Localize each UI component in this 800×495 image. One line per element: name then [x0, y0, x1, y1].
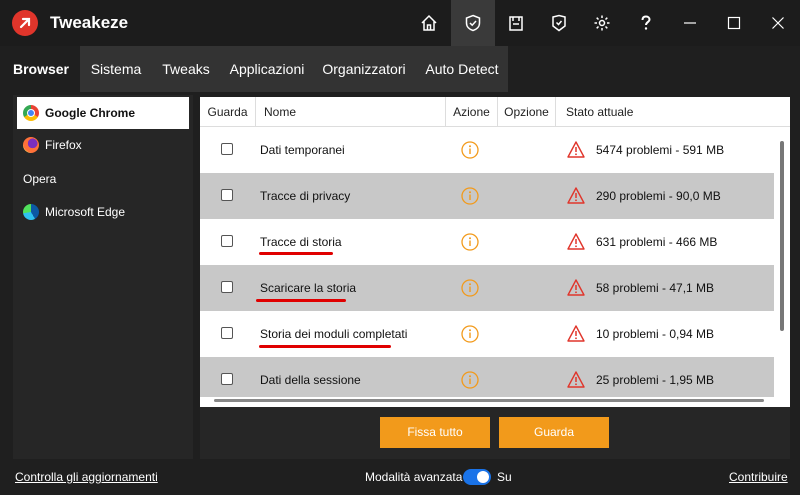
sidebar-item-label: Google Chrome — [45, 106, 136, 120]
advanced-mode-label: Modalità avanzata — [365, 470, 463, 484]
sidebar-item-label: Microsoft Edge — [45, 205, 126, 219]
column-header-azione[interactable]: Azione — [446, 97, 498, 127]
info-icon[interactable] — [461, 279, 479, 300]
sidebar-item-opera[interactable]: Opera — [17, 163, 189, 195]
table-row[interactable]: Dati temporanei 5474 problemi - 591 MB — [200, 127, 774, 173]
row-checkbox[interactable] — [221, 235, 233, 247]
home-icon[interactable] — [407, 0, 451, 46]
table-row[interactable]: Dati della sessione 25 problemi - 1,95 M… — [200, 357, 774, 397]
warning-icon — [567, 187, 585, 207]
firefox-icon — [23, 137, 39, 153]
sidebar-item-label: Opera — [23, 172, 57, 186]
row-name: Tracce di storia — [260, 235, 342, 249]
edge-icon — [23, 204, 39, 220]
help-icon[interactable] — [624, 0, 668, 46]
row-checkbox[interactable] — [221, 281, 233, 293]
table-header: Guarda Nome Azione Opzione Stato attuale — [200, 97, 790, 127]
app-title: Tweakeze — [50, 13, 129, 32]
horizontal-scrollbar[interactable] — [214, 399, 764, 402]
row-status: 631 problemi - 466 MB — [596, 235, 718, 249]
table-row[interactable]: Tracce di storia 631 problemi - 466 MB — [200, 219, 774, 265]
vertical-scrollbar[interactable] — [780, 141, 784, 331]
column-header-opzione[interactable]: Opzione — [498, 97, 556, 127]
column-header-stato-attuale[interactable]: Stato attuale — [556, 97, 790, 127]
annotation-underline — [256, 299, 346, 302]
action-area — [200, 407, 790, 459]
column-header-nome[interactable]: Nome — [256, 97, 446, 127]
advanced-mode-state: Su — [497, 470, 512, 484]
maximize-icon[interactable] — [712, 0, 756, 46]
row-status: 58 problemi - 47,1 MB — [596, 281, 715, 295]
check-updates-link[interactable]: Controlla gli aggiornamenti — [15, 470, 158, 484]
toggle-knob — [477, 471, 489, 483]
badge-icon[interactable] — [537, 0, 581, 46]
gear-icon[interactable] — [580, 0, 624, 46]
browser-sidebar: Google Chrome Firefox Opera Microsoft Ed… — [13, 95, 193, 459]
table-row[interactable]: Storia dei moduli completati 10 problemi… — [200, 311, 774, 357]
menu-tab-applicazioni[interactable]: Applicazioni — [224, 46, 310, 92]
contribute-link[interactable]: Contribuire — [729, 470, 788, 484]
column-header-guarda[interactable]: Guarda — [200, 97, 256, 127]
warning-icon — [567, 279, 585, 299]
warning-icon — [567, 233, 585, 253]
menu-tab-organizzatori[interactable]: Organizzatori — [318, 46, 410, 92]
shield-icon[interactable] — [451, 0, 495, 46]
info-icon[interactable] — [461, 141, 479, 162]
row-checkbox[interactable] — [221, 189, 233, 201]
table-row[interactable]: Tracce di privacy 290 problemi - 90,0 MB — [200, 173, 774, 219]
sidebar-item-firefox[interactable]: Firefox — [17, 129, 189, 161]
info-icon[interactable] — [461, 371, 479, 392]
minimize-icon[interactable] — [668, 0, 712, 46]
row-status: 10 problemi - 0,94 MB — [596, 327, 715, 341]
row-name: Scaricare la storia — [260, 281, 357, 295]
table-row[interactable]: Scaricare la storia 58 problemi - 47,1 M… — [200, 265, 774, 311]
row-checkbox[interactable] — [221, 373, 233, 385]
menu-tab-browser[interactable]: Browser — [6, 46, 76, 92]
info-icon[interactable] — [461, 325, 479, 346]
menu-tab-tweaks[interactable]: Tweaks — [156, 46, 216, 92]
row-status: 25 problemi - 1,95 MB — [596, 373, 715, 387]
row-checkbox[interactable] — [221, 327, 233, 339]
info-icon[interactable] — [461, 233, 479, 254]
chrome-icon — [23, 105, 39, 121]
advanced-mode-toggle[interactable] — [463, 469, 491, 485]
sidebar-item-label: Firefox — [45, 138, 82, 152]
sidebar-item-microsoft-edge[interactable]: Microsoft Edge — [17, 196, 189, 228]
close-icon[interactable] — [756, 0, 800, 46]
row-name: Dati temporanei — [260, 143, 345, 157]
scan-button[interactable]: Guarda — [499, 417, 609, 448]
info-icon[interactable] — [461, 187, 479, 208]
fix-all-button[interactable]: Fissa tutto — [380, 417, 490, 448]
store-icon[interactable] — [494, 0, 538, 46]
menu-tab-sistema[interactable]: Sistema — [84, 46, 148, 92]
annotation-underline — [259, 252, 333, 255]
row-name: Tracce di privacy — [260, 189, 351, 203]
row-status: 290 problemi - 90,0 MB — [596, 189, 721, 203]
row-name: Storia dei moduli completati — [260, 327, 408, 341]
warning-icon — [567, 371, 585, 391]
menu-tab-auto-detect[interactable]: Auto Detect — [418, 46, 506, 92]
app-logo-icon — [12, 10, 38, 36]
row-name: Dati della sessione — [260, 373, 361, 387]
warning-icon — [567, 141, 585, 161]
annotation-underline — [259, 345, 391, 348]
row-checkbox[interactable] — [221, 143, 233, 155]
title-bar: Tweakeze — [0, 0, 800, 46]
row-status: 5474 problemi - 591 MB — [596, 143, 725, 157]
warning-icon — [567, 325, 585, 345]
sidebar-item-google-chrome[interactable]: Google Chrome — [17, 97, 189, 129]
